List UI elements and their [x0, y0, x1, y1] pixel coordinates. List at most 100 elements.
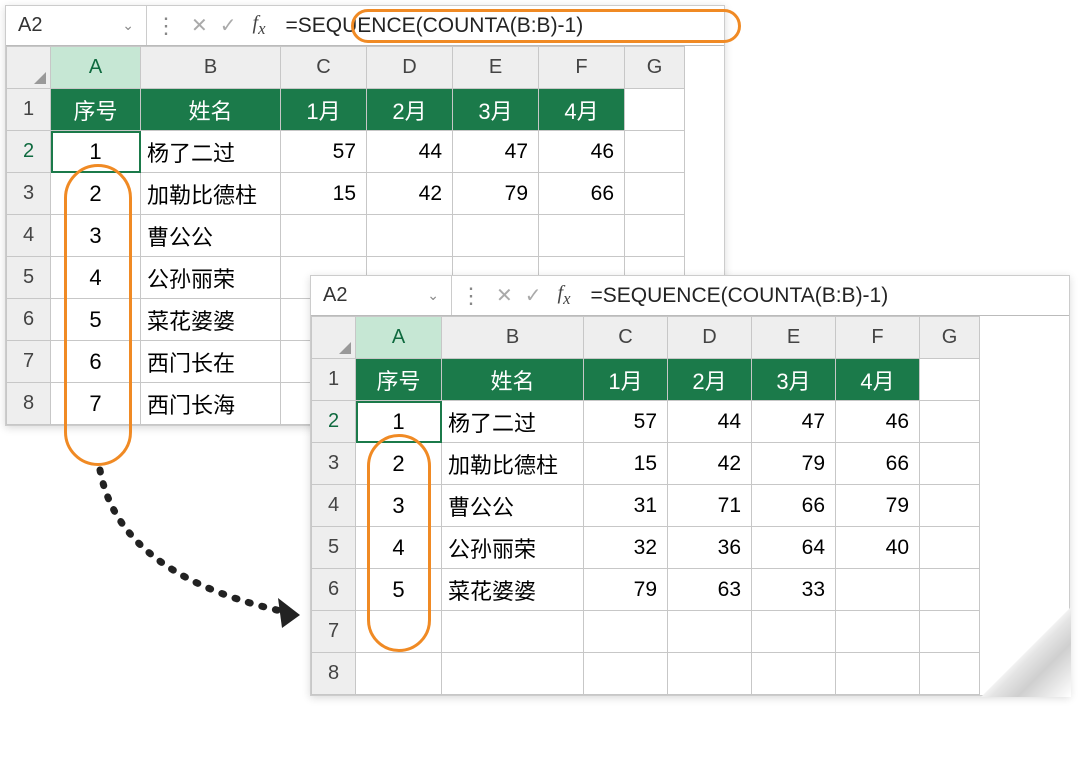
row-header-5[interactable]: 5 [312, 527, 356, 569]
cell[interactable] [752, 653, 836, 695]
cell[interactable]: 西门长在 [141, 341, 281, 383]
cell[interactable]: 公孙丽荣 [141, 257, 281, 299]
name-box[interactable]: A2 ⌄ [311, 276, 451, 315]
enter-icon[interactable]: ✓ [519, 283, 548, 308]
cell[interactable]: 15 [584, 443, 668, 485]
more-icon[interactable]: ⋮ [147, 13, 185, 39]
cell[interactable] [356, 653, 442, 695]
cell[interactable]: 63 [668, 569, 752, 611]
cell[interactable]: 66 [752, 485, 836, 527]
cell[interactable]: 66 [539, 173, 625, 215]
cell[interactable] [356, 611, 442, 653]
cell[interactable]: 79 [584, 569, 668, 611]
cell[interactable] [836, 569, 920, 611]
row-header-6[interactable]: 6 [312, 569, 356, 611]
row-header-3[interactable]: 3 [312, 443, 356, 485]
cell[interactable] [920, 359, 980, 401]
cell[interactable] [453, 215, 539, 257]
cell[interactable]: 47 [752, 401, 836, 443]
cell-A2[interactable]: 1 [356, 401, 442, 443]
cell[interactable]: 32 [584, 527, 668, 569]
cell[interactable] [584, 611, 668, 653]
cell[interactable] [920, 443, 980, 485]
cell[interactable] [668, 653, 752, 695]
cell[interactable] [920, 401, 980, 443]
col-header-G[interactable]: G [625, 47, 685, 89]
cell[interactable]: 杨了二过 [141, 131, 281, 173]
cell[interactable]: 31 [584, 485, 668, 527]
table-header[interactable]: 1月 [584, 359, 668, 401]
table-header[interactable]: 序号 [356, 359, 442, 401]
cell[interactable] [836, 653, 920, 695]
cell[interactable]: 36 [668, 527, 752, 569]
cell[interactable]: 加勒比德柱 [141, 173, 281, 215]
table-header[interactable]: 4月 [539, 89, 625, 131]
cell[interactable]: 曹公公 [442, 485, 584, 527]
cell[interactable]: 42 [668, 443, 752, 485]
cell[interactable]: 79 [836, 485, 920, 527]
row-header-8[interactable]: 8 [7, 383, 51, 425]
cancel-icon[interactable]: ✕ [490, 283, 519, 308]
row-header-4[interactable]: 4 [7, 215, 51, 257]
table-header[interactable]: 3月 [453, 89, 539, 131]
row-header-7[interactable]: 7 [7, 341, 51, 383]
cell[interactable]: 3 [356, 485, 442, 527]
cell-A2[interactable]: 1 [51, 131, 141, 173]
cell[interactable] [668, 611, 752, 653]
row-header-1[interactable]: 1 [312, 359, 356, 401]
cell[interactable]: 44 [668, 401, 752, 443]
table-header[interactable]: 3月 [752, 359, 836, 401]
select-all-corner[interactable] [7, 47, 51, 89]
chevron-down-icon[interactable]: ⌄ [427, 287, 439, 304]
enter-icon[interactable]: ✓ [214, 13, 243, 38]
cell[interactable]: 3 [51, 215, 141, 257]
cell[interactable]: 71 [668, 485, 752, 527]
cancel-icon[interactable]: ✕ [185, 13, 214, 38]
row-header-3[interactable]: 3 [7, 173, 51, 215]
cell[interactable] [920, 569, 980, 611]
cell[interactable]: 42 [367, 173, 453, 215]
table-header[interactable]: 姓名 [141, 89, 281, 131]
row-header-1[interactable]: 1 [7, 89, 51, 131]
col-header-F[interactable]: F [539, 47, 625, 89]
row-header-2[interactable]: 2 [312, 401, 356, 443]
cell[interactable]: 46 [836, 401, 920, 443]
cell[interactable]: 44 [367, 131, 453, 173]
col-header-B[interactable]: B [141, 47, 281, 89]
cell[interactable]: 15 [281, 173, 367, 215]
select-all-corner[interactable] [312, 317, 356, 359]
row-header-6[interactable]: 6 [7, 299, 51, 341]
table-header[interactable]: 4月 [836, 359, 920, 401]
cell[interactable]: 57 [584, 401, 668, 443]
cell[interactable] [920, 485, 980, 527]
cell[interactable]: 5 [51, 299, 141, 341]
row-header-7[interactable]: 7 [312, 611, 356, 653]
cell[interactable]: 79 [453, 173, 539, 215]
cell[interactable]: 曹公公 [141, 215, 281, 257]
table-header[interactable]: 1月 [281, 89, 367, 131]
col-header-A[interactable]: A [51, 47, 141, 89]
cell[interactable] [442, 653, 584, 695]
col-header-D[interactable]: D [668, 317, 752, 359]
row-header-4[interactable]: 4 [312, 485, 356, 527]
cell[interactable]: 杨了二过 [442, 401, 584, 443]
formula-input[interactable]: =SEQUENCE(COUNTA(B:B)-1) [581, 284, 1070, 308]
cell[interactable]: 6 [51, 341, 141, 383]
row-header-5[interactable]: 5 [7, 257, 51, 299]
cell[interactable] [920, 611, 980, 653]
col-header-C[interactable]: C [584, 317, 668, 359]
cell[interactable]: 加勒比德柱 [442, 443, 584, 485]
fx-icon[interactable]: fx [548, 282, 581, 309]
cell[interactable]: 2 [51, 173, 141, 215]
cell[interactable] [625, 131, 685, 173]
cell[interactable]: 47 [453, 131, 539, 173]
cell[interactable]: 64 [752, 527, 836, 569]
table-header[interactable]: 2月 [668, 359, 752, 401]
col-header-C[interactable]: C [281, 47, 367, 89]
cell[interactable]: 5 [356, 569, 442, 611]
cell[interactable]: 2 [356, 443, 442, 485]
cell[interactable]: 79 [752, 443, 836, 485]
cell[interactable] [281, 215, 367, 257]
table-header[interactable]: 2月 [367, 89, 453, 131]
spreadsheet-grid[interactable]: A B C D E F G 1 序号 姓名 1月 2月 3月 4月 2 1 杨了… [311, 316, 980, 695]
